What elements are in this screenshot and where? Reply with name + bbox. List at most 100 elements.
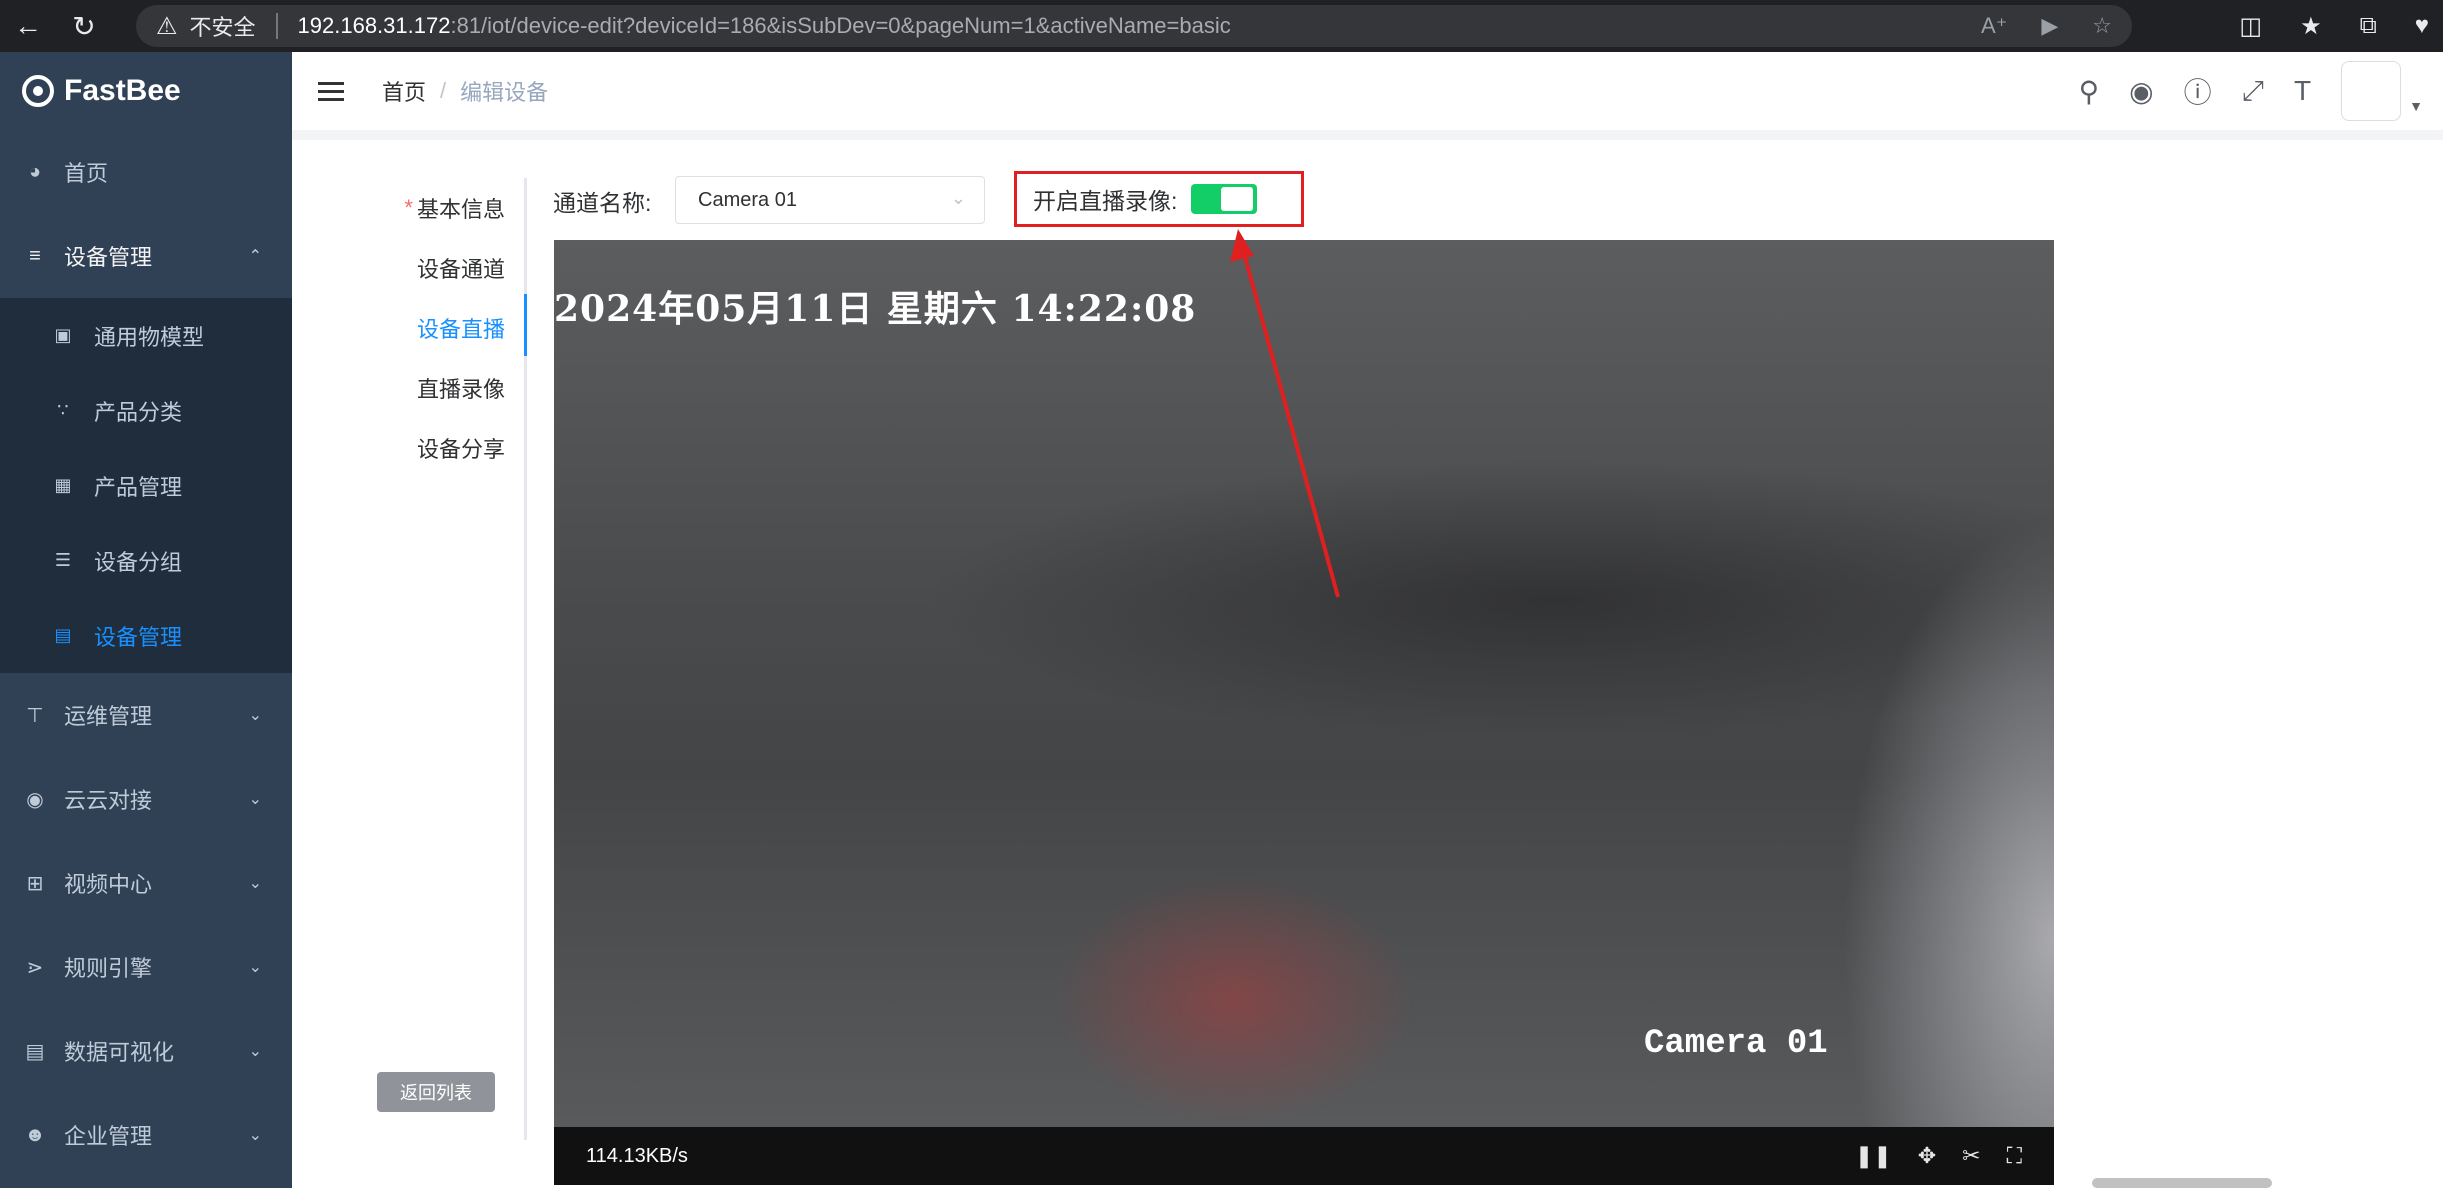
breadcrumb-separator: / xyxy=(440,78,447,103)
fullscreen-icon[interactable]: ⛶ xyxy=(2007,1143,2022,1169)
health-icon[interactable]: ♥ xyxy=(2415,12,2429,40)
browser-toolbar: ← ↻ ⚠ 不安全 192.168.31.172 :81/iot/device-… xyxy=(0,0,2443,52)
help-icon[interactable]: ⓘ xyxy=(2184,71,2212,111)
sidebar-item-label: 产品分类 xyxy=(94,399,183,425)
github-icon[interactable]: ◉ xyxy=(2129,75,2153,108)
cube-icon: ▣ xyxy=(54,325,72,345)
fullscreen-icon[interactable]: ⤢ xyxy=(2242,75,2264,108)
tab-label: 基本信息 xyxy=(416,197,505,222)
sidebar-item-device-management[interactable]: ≡ 设备管理 ⌃ xyxy=(0,214,292,298)
screenshot-icon[interactable]: ✂ xyxy=(1962,1143,1980,1169)
dashboard-icon: ◕ xyxy=(28,160,42,183)
sidebar-item-label: 视频中心 xyxy=(64,872,153,897)
tab-label: 设备直播 xyxy=(416,317,505,342)
record-toggle-label: 开启直播录像: xyxy=(1033,188,1178,214)
list-icon: ☰ xyxy=(54,550,72,570)
sidebar-item-product-category[interactable]: ∵ 产品分类 xyxy=(0,373,292,448)
tab-label: 直播录像 xyxy=(416,377,505,402)
url-host: 192.168.31.172 xyxy=(297,13,451,38)
tab-label: 设备分享 xyxy=(416,437,505,462)
search-icon[interactable]: ⚲ xyxy=(2079,75,2100,108)
horizontal-scrollbar[interactable] xyxy=(2092,1178,2272,1188)
top-navbar: 首页 / 编辑设备 ⚲ ◉ ⓘ ⤢ T ▼ xyxy=(292,52,2443,130)
tab-live-recording[interactable]: 直播录像 xyxy=(360,358,525,418)
record-toggle-switch[interactable] xyxy=(1191,184,1258,214)
sidebar-item-label: 首页 xyxy=(64,161,109,186)
sidebar-item-device-list[interactable]: ▤ 设备管理 xyxy=(0,598,292,673)
caret-down-icon[interactable]: ▼ xyxy=(2409,98,2423,114)
back-arrow-icon[interactable]: ← xyxy=(0,0,56,52)
sidebar-item-label: 数据可视化 xyxy=(64,1040,175,1065)
sidebar-item-rules[interactable]: ⋗ 规则引擎 ⌄ xyxy=(0,925,292,1009)
insecure-label: 不安全 xyxy=(189,15,256,40)
fastbee-logo-icon xyxy=(22,75,54,107)
chevron-down-icon: ⌄ xyxy=(248,875,262,892)
eye-icon: ◉ xyxy=(26,788,44,811)
sidebar-item-label: 产品管理 xyxy=(94,474,183,500)
channel-select-value: Camera 01 xyxy=(698,188,797,211)
back-to-list-button[interactable]: 返回列表 xyxy=(377,1072,495,1112)
sidebar-item-visualization[interactable]: ▤ 数据可视化 ⌄ xyxy=(0,1009,292,1093)
app-logo[interactable]: FastBee xyxy=(0,52,292,130)
device-tabs: * 基本信息 设备通道 设备直播 直播录像 设备分享 xyxy=(360,178,525,478)
breadcrumb-current: 编辑设备 xyxy=(460,80,549,105)
chevron-down-icon: ⌄ xyxy=(248,1043,262,1060)
sidebar-item-device-group[interactable]: ☰ 设备分组 xyxy=(0,523,292,598)
sidebar-item-cloud[interactable]: ◉ 云云对接 ⌄ xyxy=(0,757,292,841)
player-control-bar: 114.13KB/s ❚❚ ✥ ✂ ⛶ xyxy=(554,1127,2054,1185)
favorite-star-icon[interactable]: ☆ xyxy=(2092,13,2112,39)
tree-icon: ∵ xyxy=(57,400,69,420)
reload-icon[interactable]: ↻ xyxy=(56,0,112,52)
url-path: :81/iot/device-edit?deviceId=186&isSubDe… xyxy=(450,13,1231,38)
app-available-icon[interactable]: ▶ xyxy=(2041,13,2058,39)
pause-icon[interactable]: ❚❚ xyxy=(1855,1143,1892,1169)
hamburger-icon[interactable] xyxy=(318,77,344,106)
chevron-down-icon: ⌄ xyxy=(248,959,262,976)
video-osd-datetime: 2024年05月11日 星期六 14:22:08 xyxy=(554,288,1197,330)
tab-device-share[interactable]: 设备分享 xyxy=(360,418,525,478)
sidebar-item-video[interactable]: ⊞ 视频中心 ⌄ xyxy=(0,841,292,925)
sidebar-item-label: 规则引擎 xyxy=(64,956,153,981)
favorites-icon[interactable]: ★ xyxy=(2300,12,2322,41)
collections-icon[interactable]: ⧉ xyxy=(2360,12,2377,40)
sidebar-item-thing-model[interactable]: ▣ 通用物模型 xyxy=(0,298,292,373)
sidebar-item-label: 云云对接 xyxy=(64,788,153,813)
avatar[interactable] xyxy=(2341,61,2402,121)
warning-icon: ⚠ xyxy=(156,12,178,40)
live-video-player[interactable]: 2024年05月11日 星期六 14:22:08 Camera 01 xyxy=(554,240,2054,1127)
sidebar-item-ops[interactable]: ⊤ 运维管理 ⌄ xyxy=(0,673,292,757)
sidebar-item-product-management[interactable]: ▦ 产品管理 xyxy=(0,448,292,523)
read-aloud-icon[interactable]: A⁺ xyxy=(1981,13,2007,39)
address-bar[interactable]: ⚠ 不安全 192.168.31.172 :81/iot/device-edit… xyxy=(136,5,2132,47)
chevron-down-icon: ⌄ xyxy=(248,791,262,808)
tab-device-channel[interactable]: 设备通道 xyxy=(360,238,525,298)
channel-name-label: 通道名称: xyxy=(553,190,652,216)
grid-icon: ▦ xyxy=(54,475,72,495)
chevron-down-icon: ⌄ xyxy=(950,188,966,208)
sidebar-item-label: 运维管理 xyxy=(64,704,153,729)
app-logo-text: FastBee xyxy=(64,74,181,107)
org-chart-icon: ⊤ xyxy=(26,704,44,727)
sidebar-item-label: 设备管理 xyxy=(64,245,153,270)
layers-icon: ≡ xyxy=(29,244,41,267)
chevron-down-icon: ⌄ xyxy=(248,1127,262,1144)
breadcrumb-home[interactable]: 首页 xyxy=(382,75,426,107)
chevron-down-icon: ⌄ xyxy=(248,707,262,724)
tab-basic-info[interactable]: * 基本信息 xyxy=(360,178,525,238)
sidebar-submenu: ▣ 通用物模型 ∵ 产品分类 ▦ 产品管理 ☰ 设备分组 ▤ 设备管理 xyxy=(0,298,292,673)
sidebar: FastBee ◕ 首页 ≡ 设备管理 ⌃ ▣ 通用物模型 ∵ 产品分类 ▦ 产… xyxy=(0,52,292,1188)
share-icon: ⋗ xyxy=(26,956,44,979)
split-screen-icon[interactable]: ◫ xyxy=(2239,12,2262,41)
tab-device-live[interactable]: 设备直播 xyxy=(360,298,525,358)
tab-label: 设备通道 xyxy=(416,257,505,282)
chevron-up-icon: ⌃ xyxy=(248,248,262,265)
table-icon: ⊞ xyxy=(26,872,44,895)
tab-active-indicator xyxy=(524,294,527,356)
sidebar-item-enterprise[interactable]: ☻ 企业管理 ⌄ xyxy=(0,1093,292,1177)
record-toggle-highlight: 开启直播录像: xyxy=(1014,171,1304,227)
sidebar-item-home[interactable]: ◕ 首页 xyxy=(0,130,292,214)
ptz-control-icon[interactable]: ✥ xyxy=(1918,1143,1936,1169)
address-separator xyxy=(275,13,278,39)
font-size-icon[interactable]: T xyxy=(2294,75,2311,107)
channel-select[interactable]: Camera 01 ⌄ xyxy=(675,176,985,224)
